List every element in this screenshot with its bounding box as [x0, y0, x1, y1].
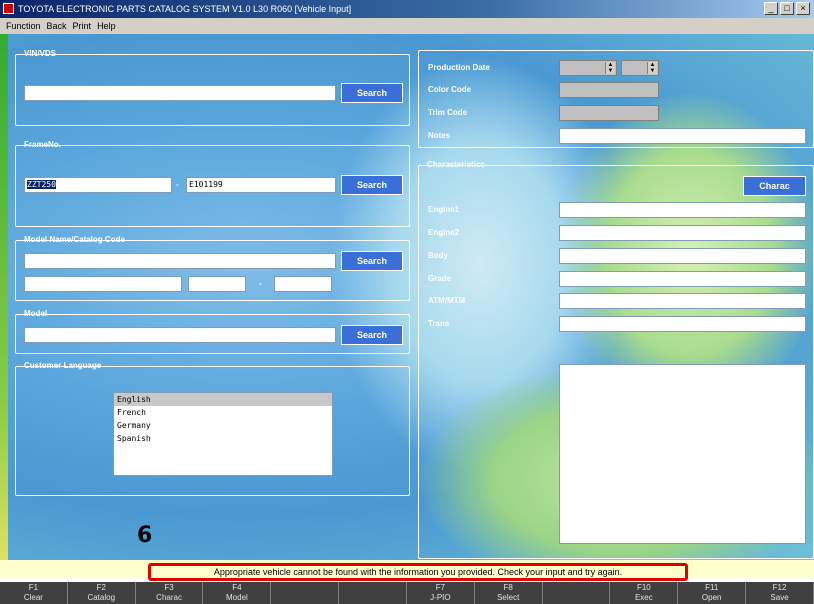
fkey-label: Select	[497, 593, 520, 602]
catalog-code-input-1[interactable]	[24, 276, 182, 292]
fkey-label: Model	[226, 593, 248, 602]
production-month-spinner[interactable]: ▲ ▼	[621, 60, 659, 76]
menu-print[interactable]: Print	[73, 18, 92, 34]
language-option-english[interactable]: English	[114, 393, 332, 406]
title-bar: TOYOTA ELECTRONIC PARTS CATALOG SYSTEM V…	[0, 0, 814, 18]
frame-number-input[interactable]: E101199	[186, 177, 336, 193]
production-date-label: Production Date	[428, 63, 490, 72]
minimize-button[interactable]: _	[764, 2, 778, 15]
frame-prefix-value: ZZT250	[27, 180, 56, 189]
engine1-label: Engine1	[428, 205, 460, 214]
model-label: Model	[24, 309, 48, 318]
engine2-input[interactable]	[559, 225, 806, 241]
vin-vds-input[interactable]	[24, 85, 336, 101]
customer-language-label: Customer Language	[24, 361, 102, 370]
catalog-code-separator: -	[259, 279, 262, 288]
fkey-key: F11	[705, 583, 719, 592]
fkey-empty[interactable]	[339, 582, 407, 604]
menu-back[interactable]: Back	[47, 18, 67, 34]
frame-separator: -	[176, 180, 179, 189]
annotation-marker: 6	[137, 523, 153, 548]
menu-bar: Function Back Print Help	[0, 18, 814, 34]
trans-label: Trans	[428, 319, 450, 328]
frame-no-label: FrameNo.	[24, 140, 61, 149]
fkey-label: J-PIO	[430, 593, 451, 602]
fkey-label: Save	[770, 593, 789, 602]
trim-code-label: Trim Code	[428, 108, 468, 117]
model-input[interactable]	[24, 327, 336, 343]
app-icon	[3, 3, 14, 14]
engine1-input[interactable]	[559, 202, 806, 218]
fkey-label: Charac	[156, 593, 182, 602]
fkey-label: Clear	[23, 593, 43, 602]
grade-input[interactable]	[559, 271, 806, 287]
engine2-label: Engine2	[428, 228, 460, 237]
notes-input[interactable]	[559, 128, 806, 144]
fkey-key: F4	[232, 583, 242, 592]
fkey-f12-save[interactable]: F12 Save	[746, 582, 814, 604]
vin-search-button[interactable]: Search	[341, 83, 403, 103]
language-option-germany[interactable]: Germany	[114, 419, 332, 432]
window-controls: _ □ ×	[764, 2, 810, 16]
trans-input[interactable]	[559, 316, 806, 332]
fkey-label: Open	[701, 593, 722, 602]
fkey-key: F12	[772, 583, 787, 592]
fkey-f4-model[interactable]: F4 Model	[203, 582, 272, 604]
fkey-key: F2	[96, 583, 106, 592]
side-accent-bar	[0, 34, 8, 560]
language-option-french[interactable]: French	[114, 406, 332, 419]
fkey-empty[interactable]	[543, 582, 611, 604]
fkey-label: Catalog	[87, 593, 116, 602]
fkey-f8-select[interactable]: F8 Select	[475, 582, 543, 604]
model-name-input[interactable]	[24, 253, 336, 269]
grade-label: Grade	[428, 274, 452, 283]
atm-mtm-label: ATM/MTM	[428, 296, 466, 305]
charac-button[interactable]: Charac	[743, 176, 806, 196]
color-code-field	[559, 82, 659, 98]
color-code-label: Color Code	[428, 85, 472, 94]
language-list[interactable]: English French Germany Spanish	[113, 392, 333, 476]
fkey-key: F1	[28, 583, 39, 592]
fkey-f1-clear[interactable]: F1 Clear	[0, 582, 68, 604]
fkey-f7-j-pio[interactable]: F7 J-PIO	[407, 582, 475, 604]
fkey-f2-catalog[interactable]: F2 Catalog	[68, 582, 136, 604]
menu-function[interactable]: Function	[6, 18, 41, 34]
vin-vds-label: VIN/VDS	[24, 49, 57, 58]
model-name-search-button[interactable]: Search	[341, 251, 403, 271]
close-button[interactable]: ×	[796, 2, 810, 15]
production-year-spinner[interactable]: ▲ ▼	[559, 60, 617, 76]
fkey-f10-exec[interactable]: F10 Exec	[610, 582, 679, 604]
fkey-empty[interactable]	[271, 582, 340, 604]
main-content: VIN/VDS Search FrameNo. ZZT250 - E101199…	[0, 34, 814, 560]
function-key-bar: F1 Clear F2 Catalog F3 Charac F4 Model F7 J-P…	[0, 582, 814, 604]
status-message: Appropriate vehicle cannot be found with…	[148, 563, 688, 581]
characteristics-label: Characteristics	[427, 160, 485, 169]
notes-label: Notes	[428, 131, 451, 140]
fkey-key: F3	[164, 583, 174, 592]
atm-mtm-input[interactable]	[559, 293, 806, 309]
trim-code-field	[559, 105, 659, 121]
catalog-code-input-3[interactable]	[274, 276, 332, 292]
spinner-arrows-icon[interactable]: ▲ ▼	[647, 62, 657, 74]
fkey-key: F8	[503, 583, 513, 592]
fkey-f3-charac[interactable]: F3 Charac	[136, 582, 204, 604]
fkey-f11-open[interactable]: F11 Open	[678, 582, 747, 604]
fkey-key: F10	[636, 583, 651, 592]
frame-prefix-input[interactable]: ZZT250	[24, 177, 172, 193]
characteristics-detail-area[interactable]	[559, 364, 806, 544]
frame-search-button[interactable]: Search	[341, 175, 403, 195]
body-label: Body	[428, 251, 448, 260]
language-option-spanish[interactable]: Spanish	[114, 432, 332, 445]
catalog-code-input-2[interactable]	[188, 276, 246, 292]
fkey-key: F7	[435, 583, 446, 592]
model-search-button[interactable]: Search	[341, 325, 403, 345]
fkey-label: Exec	[634, 593, 653, 602]
body-input[interactable]	[559, 248, 806, 264]
menu-help[interactable]: Help	[97, 18, 116, 34]
window-title: TOYOTA ELECTRONIC PARTS CATALOG SYSTEM V…	[18, 4, 352, 14]
maximize-button[interactable]: □	[780, 2, 794, 15]
spinner-arrows-icon[interactable]: ▲ ▼	[605, 62, 615, 74]
model-name-label: Model Name/Catalog Code	[24, 235, 125, 244]
